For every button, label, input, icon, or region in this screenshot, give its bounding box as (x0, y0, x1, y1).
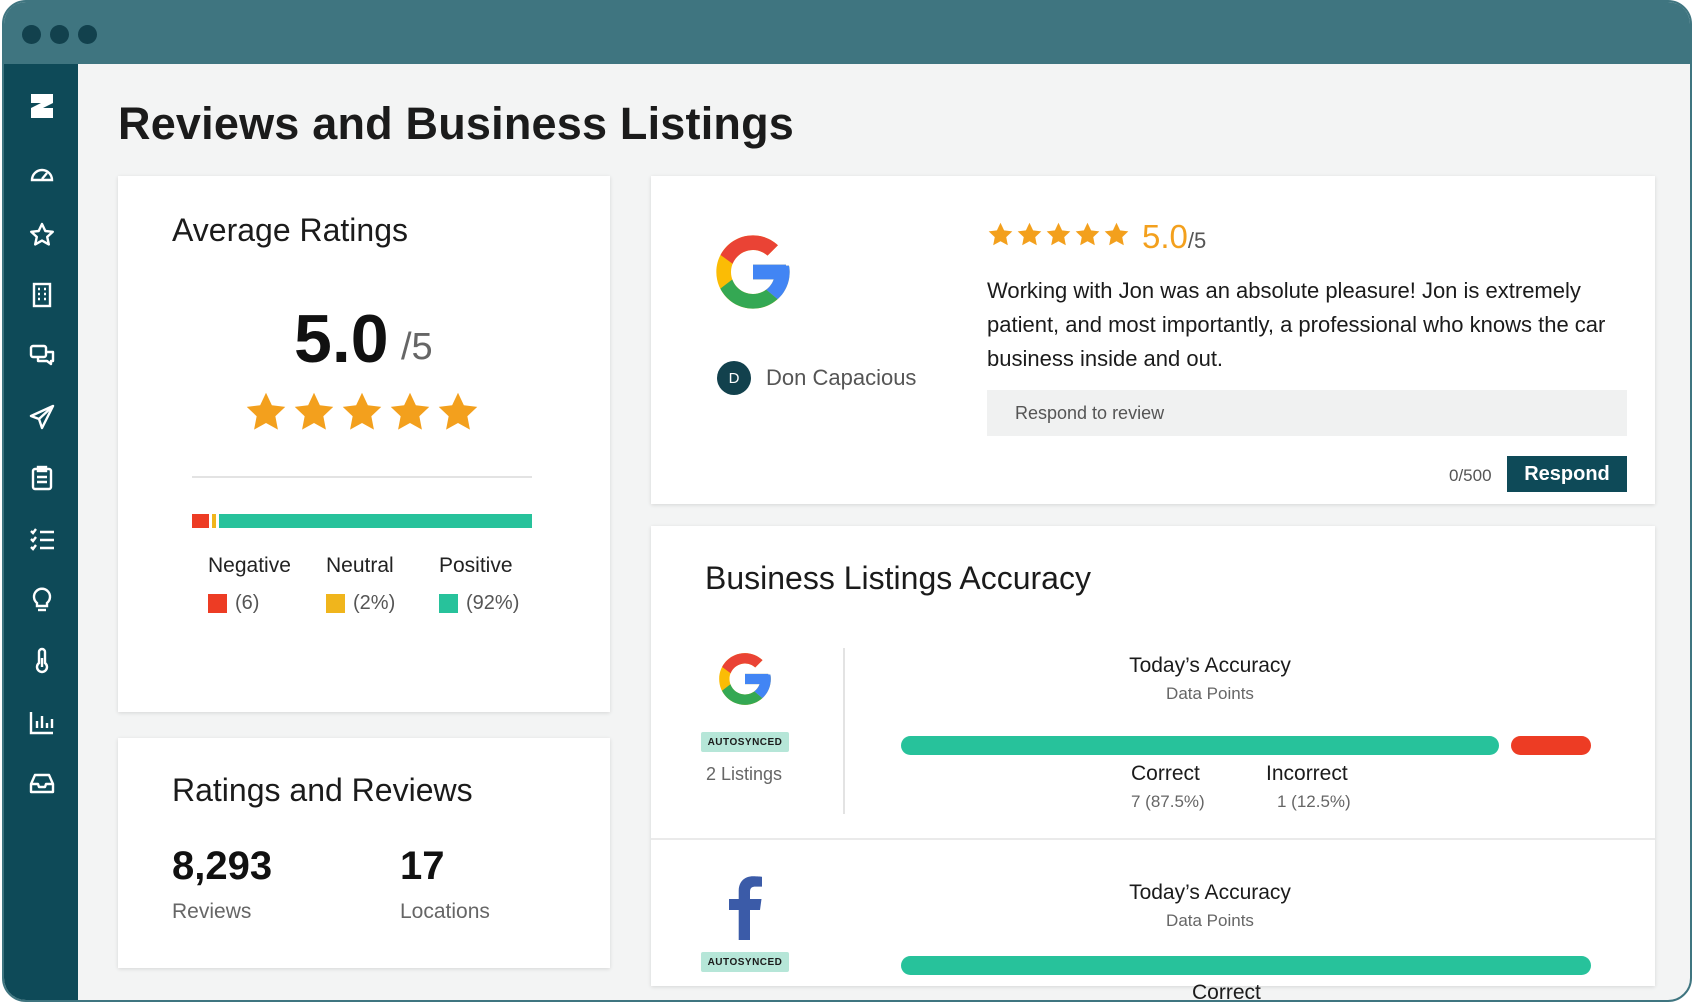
checklist-icon[interactable] (26, 523, 58, 555)
star-icon (244, 390, 288, 434)
respond-to-review-input[interactable] (987, 390, 1627, 436)
main-content: Reviews and Business Listings Average Ra… (78, 64, 1690, 1000)
star-icon (987, 221, 1014, 248)
sentiment-neutral-value: (2%) (353, 592, 396, 614)
sentiment-bar (192, 514, 532, 528)
facebook-correct-label: Correct (1192, 981, 1261, 1002)
review-score-value: 5.0 (1142, 218, 1188, 255)
ratings-reviews-title: Ratings and Reviews (172, 772, 473, 808)
window-dot-minimize[interactable] (50, 25, 69, 44)
average-score: 5.0 (294, 301, 389, 377)
review-text: Working with Jon was an absolute pleasur… (987, 278, 1606, 371)
google-icon (714, 648, 776, 710)
character-count: 0/500 (1449, 466, 1492, 485)
ratings-reviews-card: Ratings and Reviews 8,293 Reviews 17 Loc… (118, 738, 610, 968)
sentiment-positive: Positive (92%) (439, 554, 519, 615)
sentiment-negative-label: Negative (208, 554, 291, 577)
sentiment-bar-neutral (212, 514, 217, 528)
google-icon (709, 228, 797, 316)
thermometer-icon[interactable] (26, 645, 58, 677)
google-accuracy-bar (901, 736, 1591, 755)
star-icon (388, 390, 432, 434)
inbox-icon[interactable] (26, 767, 58, 799)
divider (651, 838, 1655, 840)
building-icon[interactable] (26, 279, 58, 311)
chat-icon[interactable] (26, 340, 58, 372)
autosynced-badge: AUTOSYNCED (701, 732, 789, 752)
sentiment-neutral-label: Neutral (326, 554, 394, 577)
app-window: Reviews and Business Listings Average Ra… (2, 0, 1692, 1002)
facebook-accuracy-subtitle: Data Points (1166, 911, 1254, 930)
listings-accuracy-card: Business Listings Accuracy AUTOSYNCED 2 … (651, 526, 1655, 1000)
accuracy-correct-segment (901, 736, 1499, 755)
facebook-accuracy-bar (901, 956, 1591, 975)
google-incorrect-label: Incorrect (1266, 762, 1348, 785)
negative-swatch (208, 594, 227, 613)
listings-accuracy-title: Business Listings Accuracy (705, 560, 1091, 596)
review-score-denominator: /5 (1187, 228, 1207, 253)
star-icon (340, 390, 384, 434)
star-icon (292, 390, 336, 434)
review-rating: 5.0/5 (987, 218, 1206, 256)
locations-label: Locations (400, 900, 490, 923)
locations-count: 17 (400, 844, 445, 888)
facebook-icon (727, 874, 763, 940)
star-icon[interactable] (26, 219, 58, 251)
accuracy-correct-segment (901, 956, 1591, 975)
positive-swatch (439, 594, 458, 613)
reviewer-name: Don Capacious (766, 365, 917, 390)
sentiment-neutral: Neutral (2%) (326, 554, 395, 615)
sentiment-bar-negative (192, 514, 210, 528)
sentiment-bar-positive (219, 514, 532, 528)
accuracy-incorrect-segment (1510, 736, 1591, 755)
title-bar (4, 2, 1690, 64)
bar-chart-icon[interactable] (26, 706, 58, 738)
review-stars (987, 221, 1130, 248)
average-ratings-card: Average Ratings 5.0 /5 Negative (6) Neut… (118, 176, 610, 712)
star-icon (436, 390, 480, 434)
sentiment-negative-value: (6) (235, 592, 260, 614)
google-accuracy-subtitle: Data Points (1166, 684, 1254, 703)
review-score: 5.0/5 (1142, 218, 1206, 256)
dashboard-gauge-icon[interactable] (26, 158, 58, 190)
sentiment-positive-label: Positive (439, 554, 513, 577)
average-stars (244, 390, 480, 434)
neutral-swatch (326, 594, 345, 613)
divider (843, 648, 845, 814)
review-card: D Don Capacious 5.0/5 Working with Jon w… (651, 176, 1655, 504)
sentiment-negative: Negative (6) (208, 554, 291, 615)
clipboard-icon[interactable] (26, 462, 58, 494)
facebook-accuracy-title: Today’s Accuracy (1129, 881, 1291, 904)
google-incorrect-value: 1 (12.5%) (1277, 792, 1351, 811)
star-icon (1016, 221, 1043, 248)
star-icon (1074, 221, 1101, 248)
reviews-label: Reviews (172, 900, 252, 923)
window-dot-close[interactable] (22, 25, 41, 44)
window-dot-maximize[interactable] (78, 25, 97, 44)
reviewer-avatar: D (717, 361, 751, 395)
average-score-denominator: /5 (401, 326, 433, 368)
listings-count: 2 Listings (706, 764, 783, 784)
google-correct-label: Correct (1131, 762, 1200, 785)
logo-icon[interactable] (26, 90, 58, 122)
respond-button[interactable]: Respond (1507, 456, 1627, 492)
sentiment-positive-value: (92%) (466, 592, 520, 614)
send-icon[interactable] (26, 401, 58, 433)
star-icon (1103, 221, 1130, 248)
google-accuracy-title: Today’s Accuracy (1129, 654, 1291, 677)
average-ratings-title: Average Ratings (172, 212, 408, 248)
reviews-count: 8,293 (172, 844, 273, 888)
sidebar (4, 64, 78, 1000)
autosynced-badge: AUTOSYNCED (701, 952, 789, 972)
google-correct-value: 7 (87.5%) (1131, 792, 1205, 811)
divider (192, 476, 532, 478)
lightbulb-icon[interactable] (26, 584, 58, 616)
star-icon (1045, 221, 1072, 248)
page-title: Reviews and Business Listings (118, 98, 795, 149)
